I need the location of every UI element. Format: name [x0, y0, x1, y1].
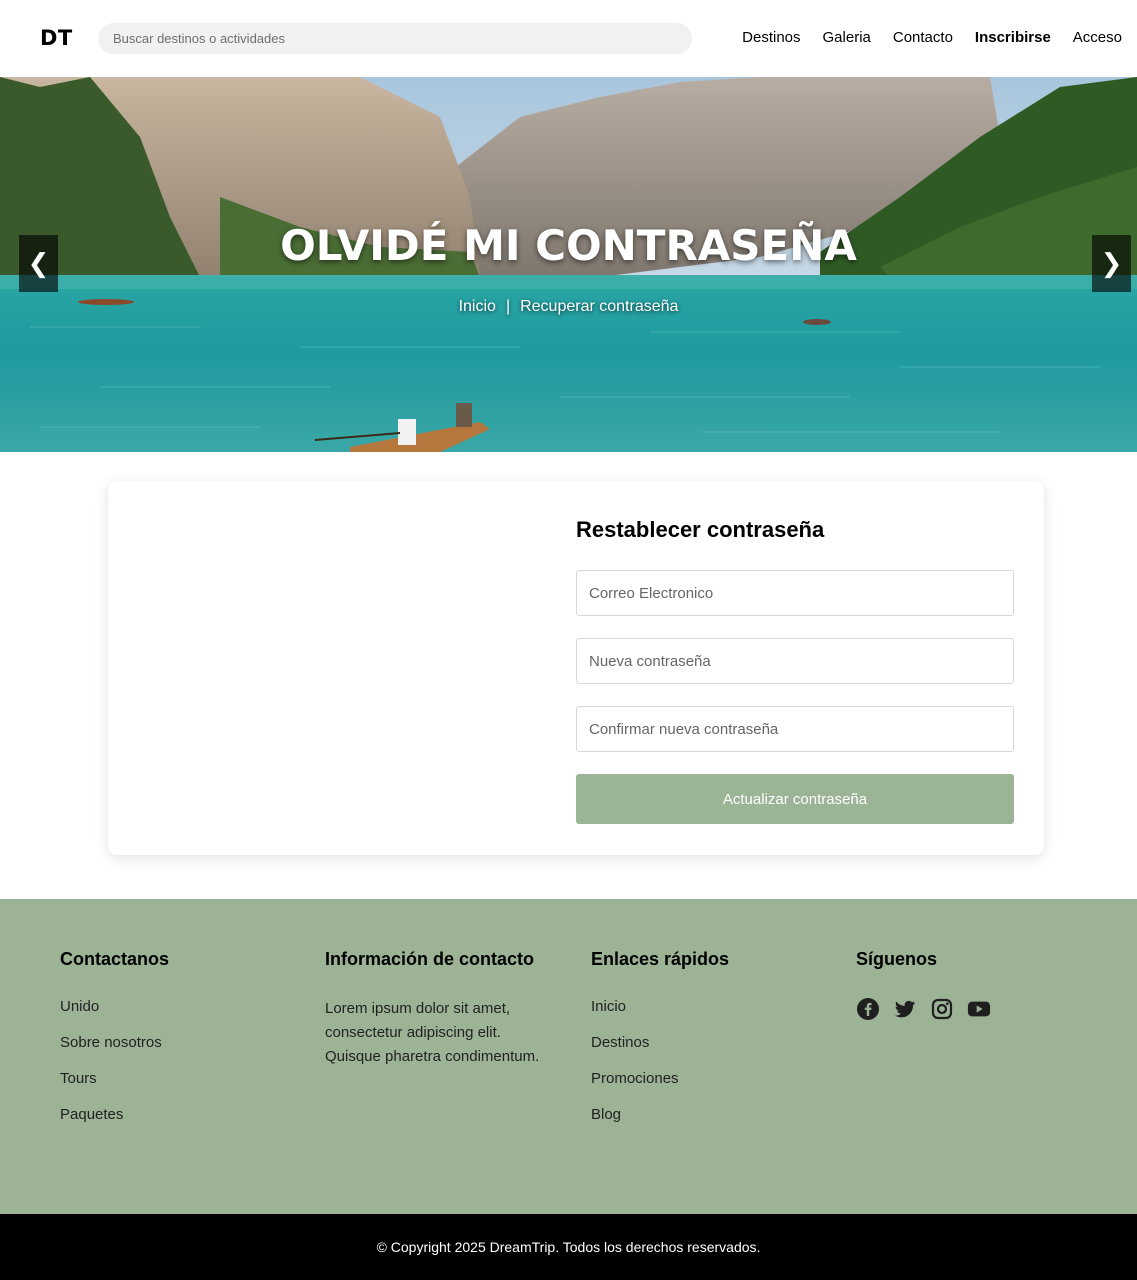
facebook-icon[interactable] — [856, 997, 880, 1021]
footer-heading: Enlaces rápidos — [591, 949, 730, 969]
footer-col-enlaces: Enlaces rápidos Inicio Destinos Promocio… — [591, 949, 729, 1141]
youtube-icon[interactable] — [967, 997, 991, 1021]
form-title: Restablecer contraseña — [576, 517, 825, 542]
update-password-button[interactable]: Actualizar contraseña — [576, 774, 1014, 824]
copyright-bar: © Copyright 2025 DreamTrip. Todos los de… — [0, 1214, 1137, 1280]
footer-link-inicio[interactable]: Inicio — [591, 998, 626, 1015]
twitter-icon[interactable] — [893, 997, 917, 1021]
footer-link-unido[interactable]: Unido — [60, 998, 99, 1015]
hero-title: OLVIDÉ MI CONTRASEÑA — [280, 221, 857, 270]
site-header: DT Destinos Galeria Contacto Inscribirse… — [0, 0, 1137, 77]
breadcrumb: Inicio | Recuperar contraseña — [0, 298, 1137, 316]
breadcrumb-separator: | — [505, 298, 511, 315]
new-password-field[interactable] — [576, 638, 1014, 684]
footer-heading: Síguenos — [856, 949, 938, 969]
site-logo[interactable]: DT — [40, 26, 73, 50]
footer-link-paquetes[interactable]: Paquetes — [60, 1106, 123, 1123]
nav-inscribirse[interactable]: Inscribirse — [975, 29, 1051, 46]
chevron-left-icon: ❮ — [27, 248, 50, 279]
email-field[interactable] — [576, 570, 1014, 616]
reset-password-card: Restablecer contraseña Actualizar contra… — [108, 481, 1044, 855]
footer-link-promociones[interactable]: Promociones — [591, 1070, 679, 1087]
footer-link-blog[interactable]: Blog — [591, 1106, 621, 1123]
carousel-next-button[interactable]: ❯ — [1092, 235, 1131, 292]
site-footer: Contactanos Unido Sobre nosotros Tours P… — [0, 899, 1137, 1214]
footer-col-info: Información de contacto Lorem ipsum dolo… — [325, 949, 555, 1069]
nav-contacto[interactable]: Contacto — [893, 29, 953, 46]
chevron-right-icon: ❯ — [1100, 248, 1123, 279]
footer-link-sobre-nosotros[interactable]: Sobre nosotros — [60, 1034, 162, 1051]
footer-info-text: Lorem ipsum dolor sit amet, consectetur … — [325, 1000, 540, 1065]
instagram-icon[interactable] — [930, 997, 954, 1021]
hero-banner: OLVIDÉ MI CONTRASEÑA Inicio | Recuperar co… — [0, 77, 1137, 452]
nav-destinos[interactable]: Destinos — [742, 29, 800, 46]
nav-acceso[interactable]: Acceso — [1073, 29, 1122, 46]
social-links — [856, 997, 991, 1021]
carousel-prev-button[interactable]: ❮ — [19, 235, 58, 292]
confirm-password-field[interactable] — [576, 706, 1014, 752]
search-input[interactable] — [98, 23, 692, 54]
footer-heading: Información de contacto — [325, 949, 535, 969]
footer-col-siguenos: Síguenos — [856, 949, 991, 1021]
breadcrumb-current: Recuperar contraseña — [520, 298, 679, 315]
main-nav: Destinos Galeria Contacto Inscribirse Ac… — [742, 29, 1122, 46]
footer-link-destinos[interactable]: Destinos — [591, 1034, 649, 1051]
footer-col-contactanos: Contactanos Unido Sobre nosotros Tours P… — [60, 949, 169, 1141]
footer-heading: Contactanos — [60, 949, 170, 969]
breadcrumb-home[interactable]: Inicio — [459, 298, 496, 315]
footer-link-tours[interactable]: Tours — [60, 1070, 97, 1087]
nav-galeria[interactable]: Galeria — [823, 29, 871, 46]
